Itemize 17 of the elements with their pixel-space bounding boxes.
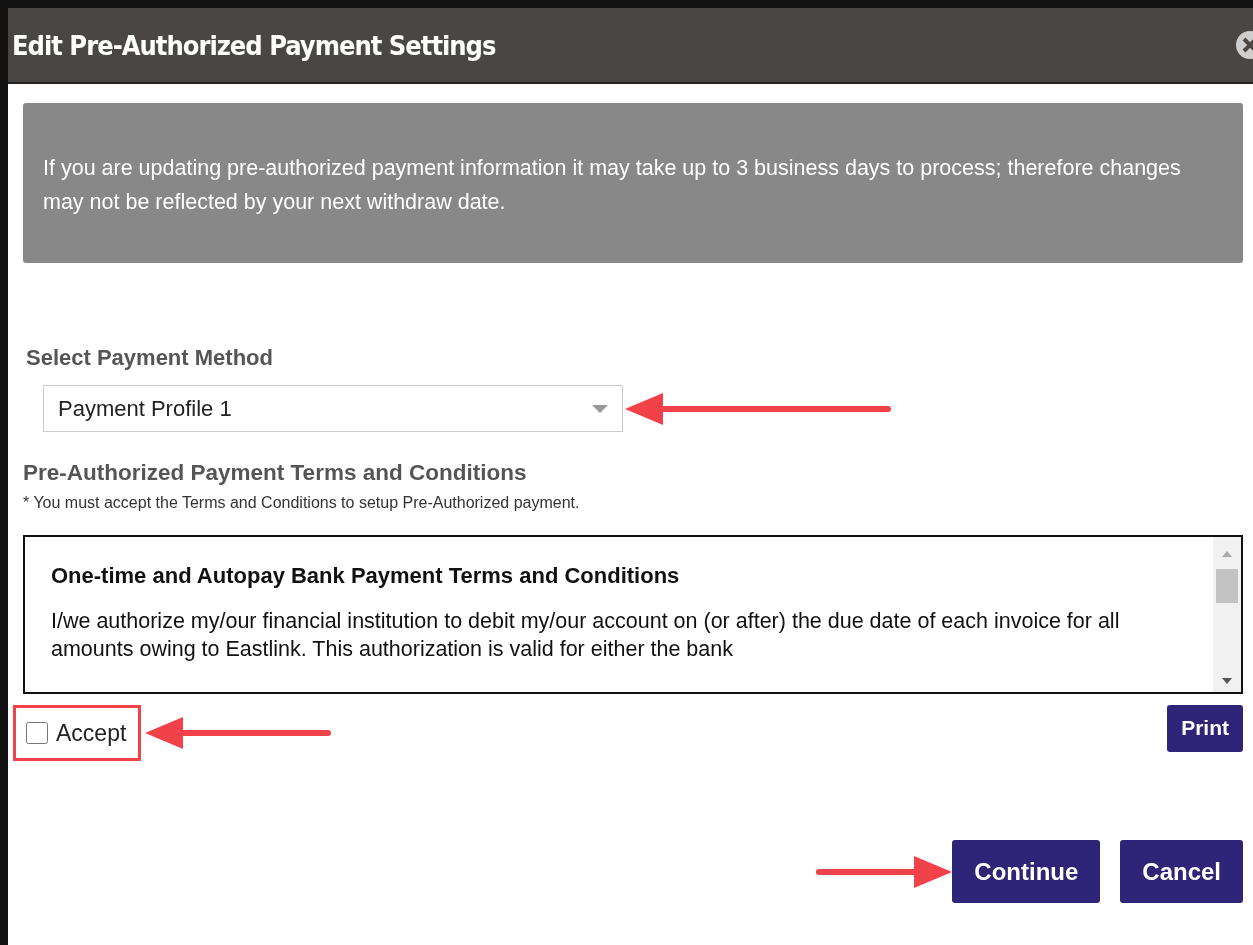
accept-checkbox[interactable] — [26, 722, 48, 744]
payment-method-dropdown[interactable]: Payment Profile 1 — [43, 385, 623, 432]
scrollbar[interactable] — [1213, 537, 1241, 692]
terms-text: I/we authorize my/our financial institution to debit my/our account on (or after) the due date of each invoice for all amounts owing to Eastlink. This authorization is valid for either the bank — [51, 608, 1121, 663]
caret-icon — [592, 404, 608, 413]
cancel-button[interactable]: Cancel — [1120, 840, 1243, 903]
scroll-down-icon[interactable] — [1222, 678, 1232, 684]
print-button[interactable]: Print — [1167, 704, 1243, 752]
scroll-thumb[interactable] — [1216, 569, 1238, 603]
accept-label: Accept — [56, 719, 127, 747]
terms-title: One-time and Autopay Bank Payment Terms and Conditions — [51, 563, 681, 589]
terms-note: * You must accept the Terms and Conditions to setup Pre-Authorized payment. — [23, 494, 581, 512]
terms-heading: Pre-Authorized Payment Terms and Conditions — [23, 460, 528, 486]
payment-method-label: Select Payment Method — [26, 345, 274, 371]
window-title: Edit Pre-Authorized Payment Settings — [12, 29, 496, 61]
notice-text: If you are updating pre-authorized payment information it may take up to 3 business days to process; therefore changes may not be reflected by your next withdraw date. — [43, 156, 1181, 214]
continue-button[interactable]: Continue — [952, 840, 1101, 903]
